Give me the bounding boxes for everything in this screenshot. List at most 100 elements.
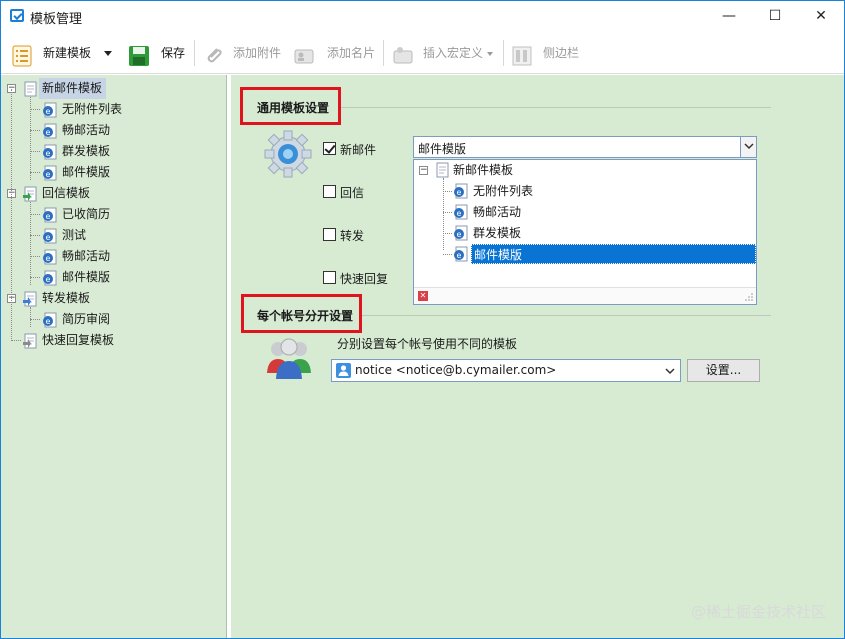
tree-item[interactable]: 畅邮活动: [60, 120, 110, 141]
tree-item[interactable]: 群发模板: [60, 141, 110, 162]
ie-template-icon: e: [453, 225, 468, 241]
svg-text:e: e: [46, 233, 51, 242]
tree-connector: [11, 89, 12, 339]
dropdown-item[interactable]: 无附件列表: [471, 181, 533, 201]
ie-template-icon: e: [42, 123, 57, 139]
tree-group[interactable]: 转发模板: [39, 288, 94, 309]
tree-connector: [30, 307, 31, 327]
template-dropdown[interactable]: ✕ − 新邮件模板 e 无附件列表 e 畅邮活动 e 群发模板 e 邮件模版: [413, 159, 757, 305]
option-checkbox[interactable]: [323, 228, 336, 241]
tree-connector: [30, 97, 31, 180]
toolbar-divider: [503, 40, 504, 66]
tree-connector: [30, 202, 31, 285]
template-select-value: 邮件模版: [418, 142, 467, 156]
users-icon: [267, 338, 311, 379]
template-manager-window: 模板管理 — ☐ ✕ 新建模板 保存 添加附件 添加名片 插入宏定义 侧边栏 新…: [0, 0, 845, 639]
maximize-button[interactable]: ☐: [752, 1, 798, 32]
add-attachment-button[interactable]: 添加附件: [203, 40, 287, 66]
tree-connector: [30, 319, 40, 320]
close-button[interactable]: ✕: [798, 1, 844, 32]
minimize-button[interactable]: —: [706, 1, 752, 32]
dropdown-item[interactable]: 群发模板: [471, 223, 521, 243]
ie-template-icon: e: [42, 165, 57, 181]
new-template-label: 新建模板: [43, 46, 92, 60]
option-checkbox[interactable]: [323, 185, 336, 198]
chevron-down-icon[interactable]: [665, 368, 675, 375]
template-select-arrow[interactable]: [740, 137, 756, 157]
new-template-button[interactable]: 新建模板: [9, 40, 119, 67]
account-user-icon: [336, 363, 351, 378]
new-template-icon: [12, 45, 32, 67]
add-card-label: 添加名片: [327, 46, 376, 60]
ie-template-icon: e: [42, 249, 57, 265]
section-divider: [362, 315, 771, 316]
title-bar[interactable]: 模板管理 — ☐ ✕: [1, 1, 844, 32]
collapse-toggle[interactable]: −: [419, 166, 428, 175]
template-tree: 新邮件模板 − e 无附件列表 e 畅邮活动 e 群发模板 e 邮件模版 回信模板 − e 已收简历 e 测试…: [1, 75, 227, 638]
tree-group[interactable]: 新邮件模板: [39, 78, 107, 99]
toolbar: 新建模板 保存 添加附件 添加名片 插入宏定义 侧边栏: [1, 32, 844, 74]
dropdown-root[interactable]: 新邮件模板: [453, 160, 513, 180]
tree-item[interactable]: 简历审阅: [60, 309, 110, 330]
gear-icon: [264, 130, 312, 178]
option-label[interactable]: 转发: [340, 227, 364, 244]
tree-connector: [443, 233, 452, 234]
insert-macro-button[interactable]: 插入宏定义: [392, 40, 498, 66]
tree-item[interactable]: 畅邮活动: [60, 246, 110, 267]
doc-icon: [23, 81, 38, 97]
section-divider: [341, 107, 771, 108]
tree-item[interactable]: 已收简历: [60, 204, 110, 225]
tree-connector: [30, 130, 40, 131]
option-label[interactable]: 新邮件: [340, 141, 376, 158]
option-label[interactable]: 快速回复: [340, 270, 388, 287]
svg-text:e: e: [46, 149, 51, 158]
tree-item[interactable]: 无附件列表: [60, 99, 122, 120]
save-icon: [129, 46, 149, 66]
tree-connector: [443, 254, 452, 255]
tree-connector: [11, 340, 21, 341]
tree-item[interactable]: 邮件模版: [60, 162, 110, 183]
chevron-down-icon: [487, 52, 493, 56]
tree-connector: [443, 191, 452, 192]
save-button[interactable]: 保存: [128, 40, 188, 66]
insert-macro-icon: [393, 47, 413, 64]
app-mail-icon: [10, 9, 24, 22]
tree-item[interactable]: 邮件模版: [60, 267, 110, 288]
ie-template-icon: e: [42, 270, 57, 286]
template-select[interactable]: 邮件模版: [413, 136, 757, 158]
sidebar-button[interactable]: 侧边栏: [511, 40, 583, 66]
account-settings-title: 每个帐号分开设置: [257, 309, 354, 323]
business-card-icon: [294, 49, 314, 64]
tree-connector: [30, 277, 40, 278]
tree-connector: [30, 256, 40, 257]
dropdown-item[interactable]: 畅邮活动: [471, 202, 521, 222]
quick-reply-icon: [23, 333, 38, 349]
tree-group[interactable]: 快速回复模板: [39, 330, 118, 351]
tree-item[interactable]: 测试: [60, 225, 86, 246]
ie-template-icon: e: [42, 207, 57, 223]
resize-grip-icon[interactable]: [745, 293, 753, 301]
account-select[interactable]: notice <notice@b.cymailer.com>: [331, 359, 681, 382]
ie-template-icon: e: [42, 228, 57, 244]
window-title: 模板管理: [30, 12, 83, 27]
option-label[interactable]: 回信: [340, 184, 364, 201]
tree-group[interactable]: 回信模板: [39, 183, 94, 204]
option-checkbox[interactable]: [323, 271, 336, 284]
add-card-button[interactable]: 添加名片: [293, 40, 377, 66]
toolbar-divider: [383, 40, 384, 66]
tree-connector: [30, 235, 40, 236]
option-checkbox[interactable]: [323, 142, 336, 155]
doc-icon: [435, 162, 450, 178]
clear-icon[interactable]: ✕: [418, 291, 428, 301]
dropdown-item[interactable]: 邮件模版: [471, 244, 756, 264]
svg-text:e: e: [46, 275, 51, 284]
svg-text:e: e: [46, 212, 51, 221]
ie-template-icon: e: [42, 312, 57, 328]
insert-macro-label: 插入宏定义: [423, 46, 484, 60]
chevron-down-icon[interactable]: [104, 51, 112, 56]
watermark-text: @稀土掘金技术社区: [690, 603, 826, 621]
sidebar-label: 侧边栏: [543, 46, 580, 60]
svg-text:e: e: [46, 128, 51, 137]
account-settings-button[interactable]: 设置...: [687, 359, 760, 382]
svg-text:e: e: [457, 230, 462, 239]
